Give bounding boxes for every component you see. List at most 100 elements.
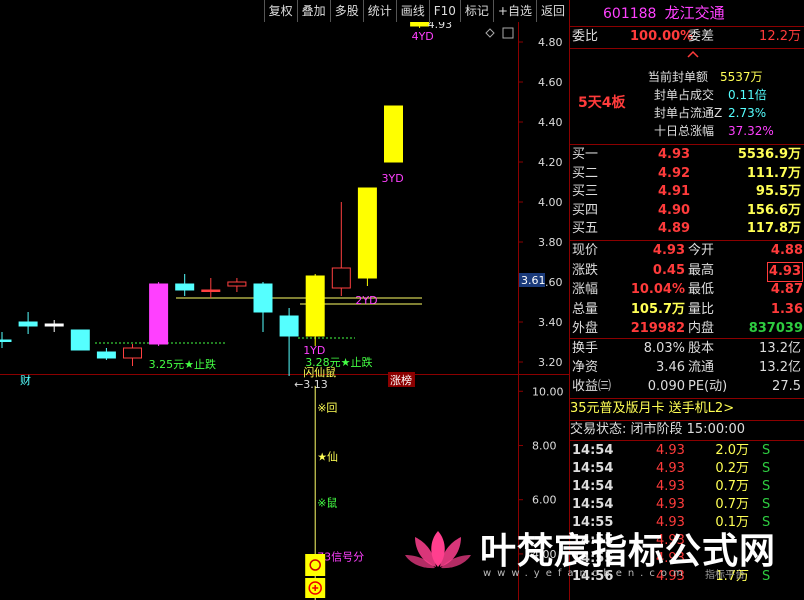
- seal-label: 封单占成交: [654, 88, 715, 102]
- tick-time: 14:54: [572, 461, 614, 476]
- quote-label-2: 量比: [688, 301, 715, 317]
- bid-label: 买一: [572, 147, 599, 162]
- menu-item-6[interactable]: 标记: [459, 0, 493, 22]
- bid-label: 买五: [572, 221, 599, 236]
- indicator-tick-label: 8.00: [532, 439, 557, 452]
- candle-body[interactable]: [305, 275, 325, 337]
- menu-item-1[interactable]: 叠加: [296, 0, 330, 22]
- quote-label: 涨跌: [572, 262, 599, 278]
- seal-value: 5537万: [720, 70, 763, 84]
- seal-label: 封单占流通Z: [654, 106, 723, 120]
- fund-label-2: 股本: [688, 341, 715, 356]
- quote-row: 涨跌 0.45 最高 4.93: [570, 261, 804, 282]
- signal-label: ※鼠: [317, 495, 337, 509]
- menu-item-3[interactable]: 统计: [362, 0, 396, 22]
- tick-side: S: [762, 443, 771, 458]
- fund-label: 收益㈢: [572, 379, 612, 394]
- menu-item-4[interactable]: 画线: [395, 0, 429, 22]
- menu-item-5[interactable]: F10: [428, 0, 460, 22]
- quote-value-2: 1.36: [770, 301, 803, 317]
- candle-body[interactable]: [227, 281, 247, 287]
- candle-body[interactable]: [253, 283, 273, 313]
- candle-body[interactable]: [18, 321, 38, 327]
- quote-value: 105.7万: [630, 301, 685, 317]
- weidiff-value: 12.2万: [759, 29, 801, 44]
- chart-annotation: 4YD: [412, 30, 434, 43]
- tick-row[interactable]: 14:54 4.93 2.0万 S: [570, 442, 804, 460]
- bid-price: 4.90: [658, 202, 691, 218]
- menu-item-2[interactable]: 多股: [329, 0, 363, 22]
- candle-body[interactable]: [201, 289, 221, 292]
- fund-label-2: PE(动): [688, 379, 728, 394]
- candle-body[interactable]: [44, 323, 64, 327]
- candle-body[interactable]: [410, 22, 430, 27]
- current-price-tag: 3.61: [521, 274, 546, 287]
- collapse-chevron-icon[interactable]: [686, 48, 700, 63]
- seal-row: 封单占成交 0.11倍: [570, 86, 804, 104]
- quote-label: 总量: [572, 301, 599, 317]
- bid-row[interactable]: 买五 4.89 117.8万: [570, 220, 804, 238]
- finance-tag[interactable]: 财: [20, 373, 31, 387]
- watermark: 叶梵宸指标公式网 www.yefanchen.com 指标平台: [405, 522, 804, 600]
- quote-value-2: 4.87: [770, 282, 803, 297]
- tick-row[interactable]: 14:54 4.93 0.7万 S: [570, 478, 804, 496]
- bid-label: 买二: [572, 165, 599, 181]
- bid-row[interactable]: 买四 4.90 156.6万: [570, 202, 804, 220]
- bid-price: 4.92: [658, 165, 691, 181]
- candle-body[interactable]: [357, 187, 377, 279]
- quote-row: 涨幅 10.04% 最低 4.87: [570, 281, 804, 299]
- quote-value: 4.93: [652, 243, 685, 258]
- quote-panel: 601188 龙江交通 委比 100.00% 委差 12.2万 5天4板 当前封…: [569, 0, 804, 600]
- candle-body[interactable]: [96, 351, 116, 359]
- diamond-icon[interactable]: [485, 28, 495, 38]
- menu-item-8[interactable]: 返回: [535, 0, 569, 22]
- watermark-url: www.yefanchen.com: [483, 568, 689, 579]
- indicator-tick-label: 6.00: [532, 494, 557, 507]
- chart-toolbar: 复权 叠加 多股 统计 画线 F10 标记 +自选 返回: [0, 0, 569, 22]
- money-bag-icon[interactable]: [305, 554, 326, 576]
- bid-volume: 156.6万: [746, 202, 801, 218]
- price-tick-label: 3.40: [538, 316, 563, 329]
- kline-chart[interactable]: 4.804.604.404.204.003.803.603.403.203.61…: [0, 22, 569, 600]
- tick-row[interactable]: 14:54 4.93 0.7万 S: [570, 496, 804, 514]
- trade-status: 交易状态: 闭市阶段 15:00:00: [570, 422, 746, 437]
- bid-row[interactable]: 买二 4.92 111.7万: [570, 165, 804, 183]
- bid-volume: 5536.9万: [737, 147, 801, 162]
- quote-label-2: 最低: [688, 282, 715, 297]
- tick-volume: 0.7万: [715, 497, 749, 512]
- kline-chart-area[interactable]: 4.80 4.60 4.40 4.20 4.00 3.80 3.60 3.40 3.20 3.61…: [0, 22, 569, 600]
- bid-price: 4.93: [658, 147, 691, 162]
- candle-body[interactable]: [0, 339, 12, 342]
- limit-up-tag[interactable]: 涨榜: [390, 373, 412, 387]
- fund-value-2: 13.2亿: [759, 341, 801, 356]
- tick-price: 4.93: [656, 497, 685, 512]
- stock-header[interactable]: 601188 龙江交通: [570, 2, 804, 24]
- seal-value: 0.11倍: [728, 88, 767, 102]
- candle-body[interactable]: [123, 347, 142, 359]
- tick-time: 14:54: [572, 497, 614, 512]
- candle-body[interactable]: [279, 315, 299, 337]
- bid-price: 4.91: [658, 184, 691, 199]
- tick-side: S: [762, 497, 771, 512]
- quote-label-2: 最高: [688, 262, 715, 278]
- candle-body[interactable]: [175, 283, 195, 291]
- candle-body[interactable]: [149, 283, 169, 345]
- price-tick-label: 3.80: [538, 236, 563, 249]
- seal-value: 2.73%: [728, 106, 767, 120]
- weibi-row: 委比 100.00% 委差 12.2万: [570, 28, 804, 46]
- quote-value-2: 4.93: [766, 261, 803, 282]
- quote-label: 外盘: [572, 321, 599, 336]
- fund-label: 换手: [572, 341, 599, 356]
- signal-label: ※回: [317, 402, 337, 415]
- promo-link[interactable]: 35元普及版月卡 送手机L2>: [570, 400, 804, 418]
- candle-body[interactable]: [384, 105, 403, 163]
- candle-body[interactable]: [70, 329, 90, 351]
- bid-row[interactable]: 买一 4.93 5536.9万: [570, 146, 804, 164]
- bid-row[interactable]: 买三 4.91 95.5万: [570, 183, 804, 201]
- menu-item-0[interactable]: 复权: [263, 0, 297, 22]
- candle-body[interactable]: [331, 267, 351, 289]
- window-icon[interactable]: [502, 27, 514, 39]
- tick-volume: 0.2万: [715, 461, 749, 476]
- menu-item-7[interactable]: +自选: [492, 0, 536, 22]
- tick-row[interactable]: 14:54 4.93 0.2万 S: [570, 460, 804, 478]
